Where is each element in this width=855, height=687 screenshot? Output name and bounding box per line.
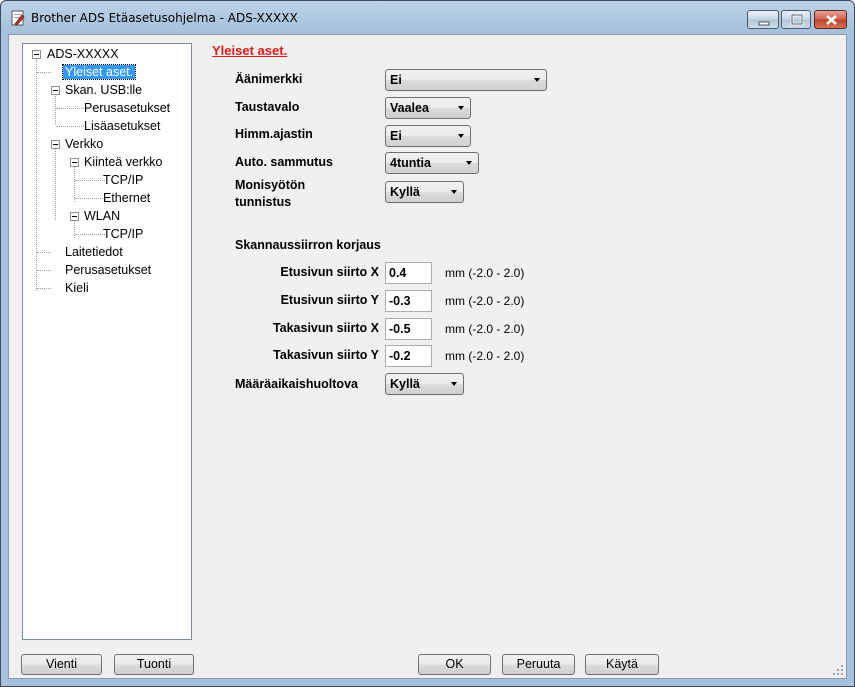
- dim-timer-label: Himm.ajastin: [235, 127, 313, 141]
- back-y-label: Takasivun siirto Y: [273, 348, 379, 362]
- multifeed-label-line2: tunnistus: [235, 195, 292, 209]
- tree-item-wlan-tcpip[interactable]: TCP/IP: [101, 226, 145, 243]
- tree-item-scan-advanced[interactable]: Lisäasetukset: [82, 118, 162, 135]
- front-x-label: Etusivun siirto X: [280, 265, 379, 279]
- import-button[interactable]: Tuonti: [114, 654, 194, 675]
- tree-line: [37, 72, 51, 73]
- auto-off-label: Auto. sammutus: [235, 155, 333, 169]
- chevron-down-icon: [451, 190, 457, 194]
- app-window: Brother ADS Etäasetusohjelma - ADS-XXXXX: [0, 0, 855, 687]
- chevron-down-icon: [451, 382, 457, 386]
- minimize-icon: [758, 21, 770, 26]
- tree-line: [37, 252, 51, 253]
- chevron-down-icon: [534, 78, 540, 82]
- close-button[interactable]: [814, 10, 847, 29]
- tree-item-wired[interactable]: Kiinteä verkko: [82, 154, 165, 171]
- tree-item-network[interactable]: Verkko: [63, 136, 105, 153]
- maintenance-label: Määräaikaishuoltova: [235, 377, 358, 391]
- tree-line: [74, 166, 75, 202]
- tree-line: [37, 270, 51, 271]
- front-y-label: Etusivun siirto Y: [280, 293, 379, 307]
- maximize-button[interactable]: [781, 10, 811, 29]
- chevron-down-icon: [466, 161, 472, 165]
- tree-item-root[interactable]: ADS-XXXXX: [45, 46, 121, 63]
- back-x-input[interactable]: -0.5: [385, 318, 432, 340]
- tree-line: [74, 220, 75, 238]
- backlight-label: Taustavalo: [235, 100, 300, 114]
- apply-button[interactable]: Käytä: [585, 654, 659, 675]
- tree-line: [55, 94, 56, 125]
- minimize-button[interactable]: [747, 10, 779, 29]
- tree-item-ethernet[interactable]: Ethernet: [101, 190, 152, 207]
- close-icon: [826, 15, 837, 25]
- tree-item-scan-usb[interactable]: Skan. USB:lle: [63, 82, 144, 99]
- collapse-icon[interactable]: [70, 212, 79, 221]
- collapse-icon[interactable]: [70, 158, 79, 167]
- title-bar[interactable]: Brother ADS Etäasetusohjelma - ADS-XXXXX: [1, 1, 854, 34]
- chevron-down-icon: [458, 134, 464, 138]
- ok-button[interactable]: OK: [418, 654, 491, 675]
- tree-item-device-info[interactable]: Laitetiedot: [63, 244, 125, 261]
- back-x-range: mm (-2.0 - 2.0): [445, 322, 525, 336]
- tree-item-wlan[interactable]: WLAN: [82, 208, 122, 225]
- front-y-range: mm (-2.0 - 2.0): [445, 294, 525, 308]
- front-x-range: mm (-2.0 - 2.0): [445, 266, 525, 280]
- chevron-down-icon: [458, 106, 464, 110]
- export-button[interactable]: Vienti: [21, 654, 102, 675]
- printer-settings-icon: [11, 10, 25, 26]
- front-x-input[interactable]: 0.4: [385, 262, 432, 284]
- collapse-icon[interactable]: [51, 86, 60, 95]
- dialog-client-area: ADS-XXXXX Yleiset aset. Skan. USB:lle Pe…: [8, 34, 847, 679]
- maintenance-select[interactable]: Kyllä: [385, 373, 464, 395]
- multifeed-label-line1: Monisyötön: [235, 178, 306, 192]
- tree-line: [36, 59, 37, 291]
- tree-item-wired-tcpip[interactable]: TCP/IP: [101, 172, 145, 189]
- resize-grip-icon[interactable]: [832, 664, 844, 676]
- multifeed-select[interactable]: Kyllä: [385, 181, 464, 203]
- back-x-label: Takasivun siirto X: [272, 321, 379, 335]
- tree-line: [37, 288, 51, 289]
- page-title: Yleiset aset.: [212, 43, 288, 58]
- settings-tree[interactable]: ADS-XXXXX Yleiset aset. Skan. USB:lle Pe…: [22, 43, 192, 640]
- collapse-icon[interactable]: [51, 140, 60, 149]
- front-y-input[interactable]: -0.3: [385, 290, 432, 312]
- tree-line: [55, 148, 56, 220]
- beep-label: Äänimerkki: [235, 72, 303, 86]
- scan-correction-title: Skannaussiirron korjaus: [235, 238, 381, 252]
- backlight-select[interactable]: Vaalea: [385, 97, 471, 119]
- cancel-button[interactable]: Peruuta: [502, 654, 575, 675]
- tree-item-general[interactable]: Yleiset aset.: [61, 64, 137, 81]
- back-y-range: mm (-2.0 - 2.0): [445, 349, 525, 363]
- collapse-icon[interactable]: [32, 50, 41, 59]
- auto-off-select[interactable]: 4tuntia: [385, 152, 479, 174]
- beep-select[interactable]: Ei: [385, 69, 547, 91]
- maximize-icon: [790, 13, 804, 26]
- window-title: Brother ADS Etäasetusohjelma - ADS-XXXXX: [31, 11, 298, 25]
- dim-timer-select[interactable]: Ei: [385, 125, 471, 147]
- back-y-input[interactable]: -0.2: [385, 345, 432, 367]
- tree-item-scan-basic[interactable]: Perusasetukset: [82, 100, 172, 117]
- tree-item-language[interactable]: Kieli: [63, 280, 91, 297]
- tree-item-basic-settings[interactable]: Perusasetukset: [63, 262, 153, 279]
